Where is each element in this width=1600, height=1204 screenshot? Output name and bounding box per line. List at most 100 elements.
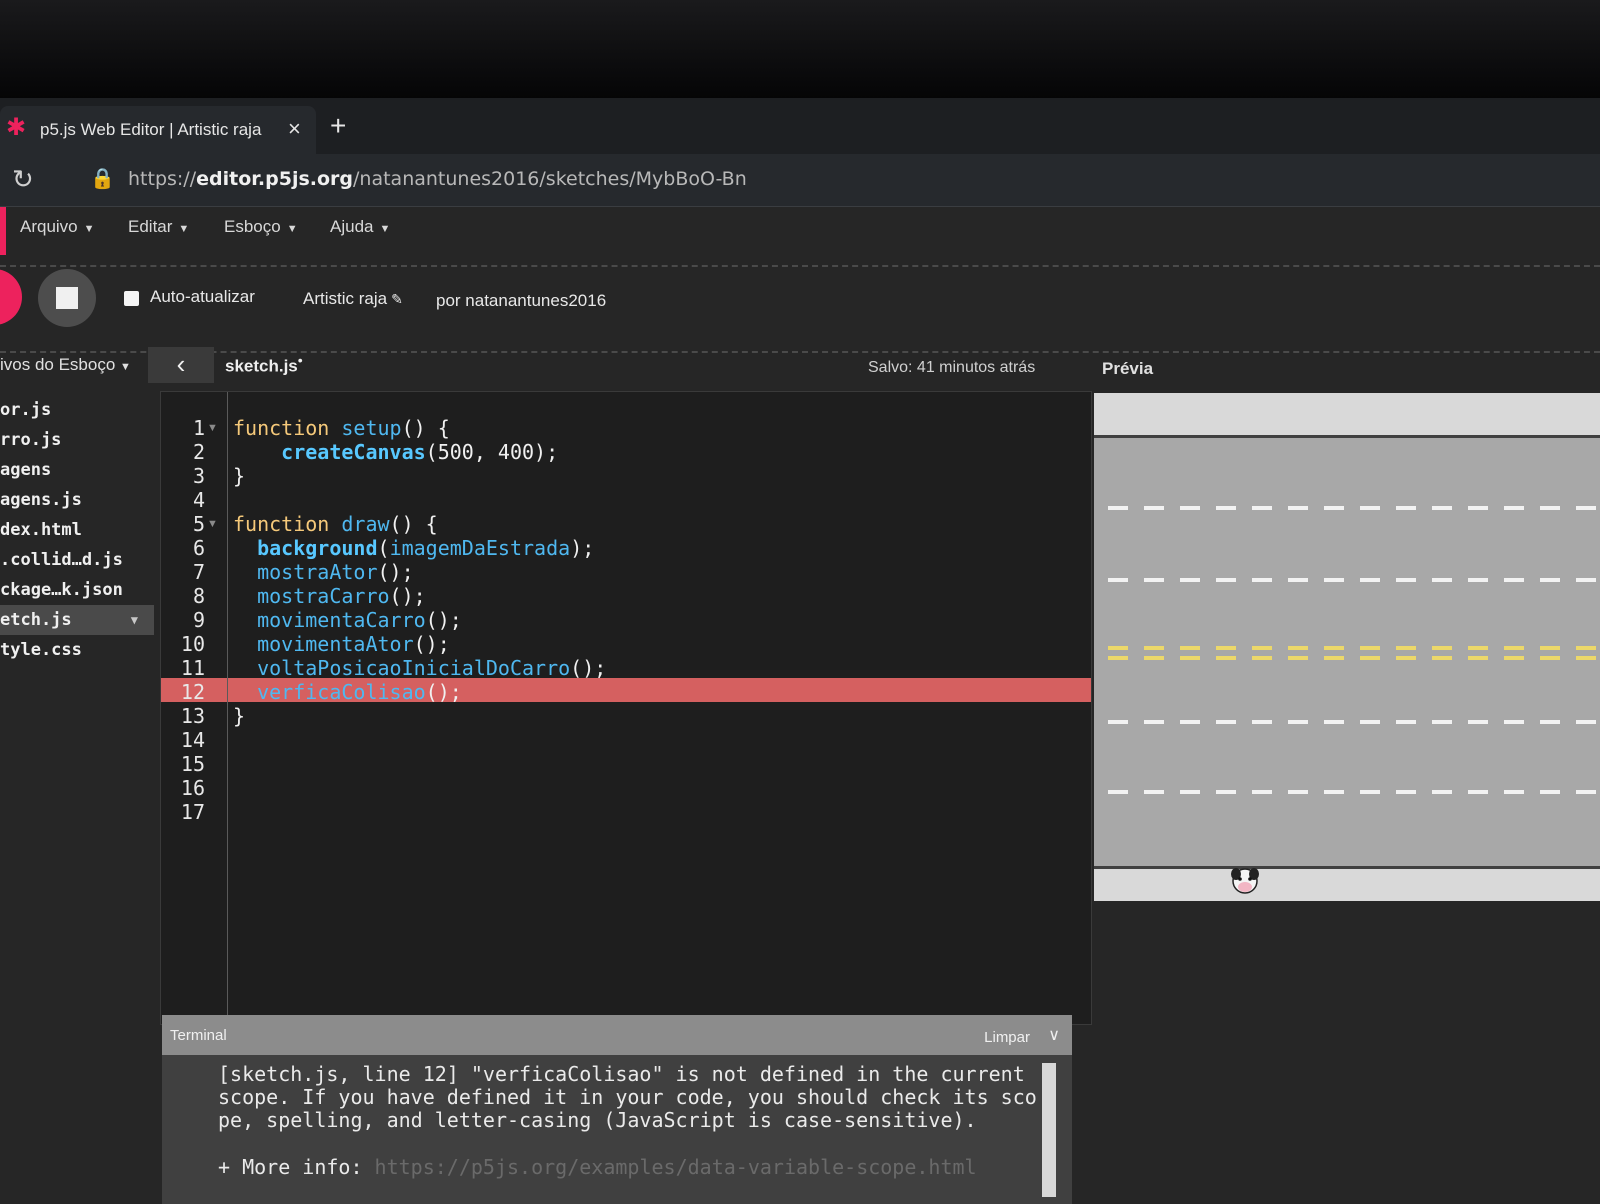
file-item[interactable]: ckage…k.json [0, 575, 154, 605]
tab-title: p5.js Web Editor | Artistic raja [40, 120, 262, 139]
unsaved-marker: • [297, 353, 303, 369]
console-error-message: [sketch.js, line 12] "verficaColisao" is… [218, 1062, 1037, 1132]
chevron-down-icon[interactable]: ∨ [1048, 1025, 1060, 1045]
line-number: 2 [192, 440, 205, 464]
line-number: 5 [192, 512, 205, 536]
file-item[interactable]: or.js [0, 395, 154, 425]
more-info-link[interactable]: https://p5js.org/examples/data-variable-… [375, 1155, 977, 1179]
toolbar: Auto-atualizar Artistic raja ✎ por natana… [0, 267, 1600, 353]
file-item[interactable]: dex.html [0, 515, 154, 545]
code-line: createCanvas(500, 400); [281, 440, 559, 464]
file-item[interactable]: rro.js [0, 425, 154, 455]
code-line: mostraCarro(); [257, 584, 426, 608]
code-line: background(imagemDaEstrada); [257, 536, 595, 560]
url-domain: editor.p5js.org [196, 168, 354, 190]
caret-down-icon: ▼ [379, 223, 391, 235]
menu-accent-bar [0, 207, 6, 255]
sketch-author[interactable]: por natanantunes2016 [436, 291, 606, 311]
caret-down-icon: ▼ [286, 223, 298, 235]
line-number: 6 [192, 536, 205, 560]
line-number: 17 [180, 800, 205, 824]
code-line: } [233, 704, 246, 728]
fold-arrow-icon[interactable]: ▼ [207, 518, 218, 530]
url-field[interactable]: https://editor.p5js.org/natanantunes2016… [128, 168, 747, 190]
sketch-name-text: Artistic raja [303, 289, 388, 308]
p5-asterisk-icon: ✱ [6, 114, 27, 141]
code-line: mostraAtor(); [257, 560, 414, 584]
stop-icon [56, 287, 78, 309]
lane-marking [1108, 578, 1600, 582]
caret-down-icon: ▼ [83, 223, 95, 235]
file-tab-name: sketch.js [225, 356, 298, 376]
file-item[interactable]: agens.js [0, 485, 154, 515]
url-prefix: https:// [128, 168, 197, 190]
menu-ajuda[interactable]: Ajuda ▼ [330, 217, 390, 237]
more-info-label: + More info: [218, 1155, 363, 1179]
line-gutter: 1 ▼ 2 3 4 5 ▼ 6 7 8 9 10 11 12 13 14 15 … [161, 392, 228, 1024]
preview-label: Prévia [1102, 359, 1154, 378]
console-scrollbar[interactable] [1042, 1063, 1056, 1197]
chevron-left-icon: ‹ [176, 349, 186, 379]
file-sidebar: or.js rro.js agens agens.js dex.html .co… [0, 387, 154, 1204]
line-number: 11 [180, 656, 205, 680]
stop-button[interactable] [38, 269, 96, 327]
pencil-icon[interactable]: ✎ [391, 291, 403, 307]
cow-actor-icon [1231, 868, 1259, 894]
file-item[interactable]: agens [0, 455, 154, 485]
line-number: 9 [192, 608, 205, 632]
line-number: 10 [180, 632, 205, 656]
code-line: function setup() { [233, 416, 450, 440]
url-path: /natanantunes2016/sketches/MybBoO-Bn [353, 168, 747, 190]
line-number: 14 [180, 728, 205, 752]
monitor-bezel [0, 0, 1600, 98]
console-title: Terminal [170, 1027, 227, 1044]
menu-arquivo[interactable]: Arquivo ▼ [20, 217, 95, 237]
code-line: movimentaCarro(); [257, 608, 462, 632]
road-canvas [1094, 435, 1600, 869]
line-number: 1 [192, 416, 205, 440]
browser-tab[interactable]: ✱ p5.js Web Editor | Artistic raja × [0, 106, 316, 154]
auto-refresh-checkbox[interactable] [124, 291, 139, 306]
line-number: 12 [180, 680, 205, 704]
p5-editor-app: Arquivo ▼ Editar ▼ Esboço ▼ Ajuda ▼ Auto-atu… [0, 207, 1600, 1204]
code-line-error: verficaColisao(); [257, 680, 462, 704]
menu-bar: Arquivo ▼ Editar ▼ Esboço ▼ Ajuda ▼ [0, 207, 1600, 267]
file-item[interactable]: tyle.css [0, 635, 154, 665]
caret-down-icon: ▼ [178, 223, 190, 235]
code-line: function draw() { [233, 512, 438, 536]
lane-marking [1108, 506, 1600, 510]
fold-arrow-icon[interactable]: ▼ [207, 422, 218, 434]
auto-refresh-label[interactable]: Auto-atualizar [150, 287, 255, 307]
sidebar-header[interactable]: ivos do Esboço ▼ [0, 347, 148, 385]
line-number: 16 [180, 776, 205, 800]
file-item[interactable]: .collid…d.js [0, 545, 154, 575]
lock-icon[interactable]: 🔒 [90, 166, 115, 191]
code-line: voltaPosicaoInicialDoCarro(); [257, 656, 607, 680]
console-more-info: + More info: https://p5js.org/examples/d… [218, 1155, 977, 1179]
menu-editar[interactable]: Editar ▼ [128, 217, 189, 237]
menu-esboco[interactable]: Esboço ▼ [224, 217, 298, 237]
lane-marking [1108, 720, 1600, 724]
reload-icon[interactable]: ↻ [12, 164, 34, 195]
close-tab-icon[interactable]: × [288, 116, 301, 142]
play-button[interactable] [0, 269, 22, 325]
sidebar-header-label: ivos do Esboço ▼ [0, 355, 131, 374]
file-options-icon[interactable]: ▼ [131, 605, 138, 635]
menu-arquivo-label: Arquivo [20, 217, 78, 236]
sketch-preview[interactable] [1094, 393, 1600, 901]
new-tab-button[interactable]: + [330, 112, 346, 140]
console-header: Terminal Limpar ∨ [162, 1015, 1072, 1055]
editor-file-tab[interactable]: sketch.js• [225, 353, 303, 377]
menu-esboco-label: Esboço [224, 217, 281, 236]
line-number: 13 [180, 704, 205, 728]
saved-status: Salvo: 41 minutos atrás [868, 359, 1036, 376]
line-number: 15 [180, 752, 205, 776]
collapse-sidebar-button[interactable]: ‹ [148, 347, 214, 383]
sketch-name[interactable]: Artistic raja ✎ [303, 289, 403, 309]
code-editor[interactable]: 1 ▼ 2 3 4 5 ▼ 6 7 8 9 10 11 12 13 14 15 … [160, 391, 1092, 1025]
caret-down-icon: ▼ [120, 361, 131, 373]
console-clear-button[interactable]: Limpar [984, 1029, 1030, 1046]
address-bar: ↻ 🔒 https://editor.p5js.org/natanantunes… [0, 154, 1600, 207]
file-item-active[interactable]: etch.js ▼ [0, 605, 154, 635]
code-line: } [233, 464, 246, 488]
